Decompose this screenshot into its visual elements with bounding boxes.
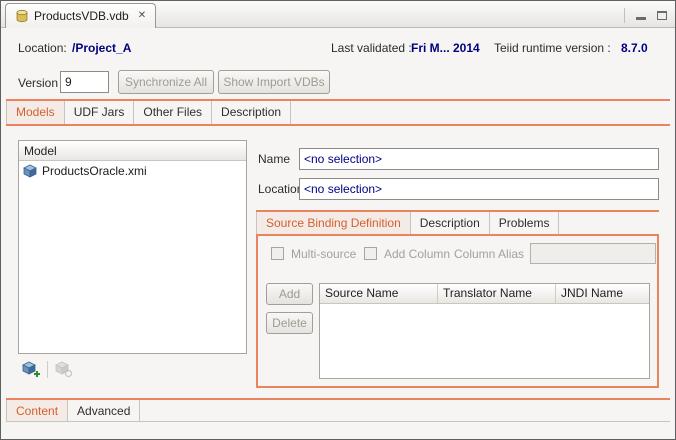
- show-import-vdbs-button[interactable]: Show Import VDBs: [218, 70, 330, 94]
- editor-tab-bar: ProductsVDB.vdb ✕: [1, 1, 675, 28]
- maximize-icon[interactable]: [657, 11, 667, 20]
- location-field[interactable]: [299, 178, 659, 200]
- multi-source-label: Multi-source: [291, 247, 356, 261]
- table-row[interactable]: ProductsOracle.xmi: [19, 161, 246, 181]
- source-bindings-table: Source Name Translator Name JNDI Name: [319, 283, 650, 379]
- tab-description[interactable]: Description: [212, 101, 291, 124]
- add-button[interactable]: Add: [266, 283, 313, 305]
- tab-models[interactable]: Models: [6, 101, 65, 124]
- version-input[interactable]: [60, 71, 109, 93]
- toolbar-divider: [47, 361, 48, 378]
- tab-source-binding-definition[interactable]: Source Binding Definition: [256, 212, 411, 234]
- version-label: Version: [18, 76, 58, 90]
- view-controls: [624, 7, 667, 23]
- tab-problems[interactable]: Problems: [490, 212, 560, 234]
- column-header-jndi-name[interactable]: JNDI Name: [556, 284, 649, 303]
- location-value: /Project_A: [72, 41, 131, 55]
- add-model-button[interactable]: [21, 359, 41, 379]
- location-label: Location:: [18, 41, 67, 55]
- source-bindings-table-body: [320, 304, 649, 378]
- models-column-header-label: Model: [24, 144, 57, 158]
- name-field[interactable]: [299, 148, 659, 170]
- model-cube-icon: [23, 164, 37, 178]
- last-validated-value: Fri M... 2014: [411, 41, 480, 55]
- add-column-label: Add Column: [384, 247, 450, 261]
- models-table: Model ProductsOracle.xmi: [18, 140, 247, 354]
- synchronize-all-button[interactable]: Synchronize All: [118, 70, 214, 94]
- vdb-file-icon: [15, 9, 29, 23]
- column-alias-input[interactable]: [530, 243, 656, 264]
- column-header-source-name[interactable]: Source Name: [320, 284, 438, 303]
- remove-model-icon: [55, 360, 73, 378]
- editor-tab-productsvdb[interactable]: ProductsVDB.vdb ✕: [5, 3, 156, 28]
- binding-tab-bar: Source Binding Definition Description Pr…: [256, 212, 659, 234]
- minimize-icon[interactable]: [636, 17, 646, 20]
- name-label: Name: [258, 152, 290, 166]
- controls-divider: [624, 8, 625, 23]
- remove-model-button[interactable]: [54, 359, 74, 379]
- teiid-runtime-version-label: Teiid runtime version :: [494, 41, 611, 55]
- delete-button[interactable]: Delete: [266, 312, 313, 334]
- main-tab-bar: Models UDF Jars Other Files Description: [6, 101, 670, 124]
- source-bindings-table-header: Source Name Translator Name JNDI Name: [320, 284, 649, 304]
- vdb-editor-window: ProductsVDB.vdb ✕ Location: /Project_A L…: [0, 0, 676, 440]
- add-model-icon: [22, 360, 40, 378]
- teiid-runtime-version-value: 8.7.0: [621, 41, 648, 55]
- bottom-tab-bar: Content Advanced: [6, 400, 670, 422]
- tab-binding-description[interactable]: Description: [411, 212, 490, 234]
- main-tabs-bottom-divider: [6, 124, 670, 126]
- models-column-header[interactable]: Model: [19, 141, 246, 161]
- column-alias-label: Column Alias: [454, 247, 524, 261]
- editor-tab-title: ProductsVDB.vdb: [34, 9, 129, 23]
- column-header-translator-name[interactable]: Translator Name: [438, 284, 556, 303]
- location-field-label: Location: [258, 182, 303, 196]
- source-binding-panel: Multi-source Add Column Column Alias Add…: [256, 234, 659, 388]
- close-icon[interactable]: ✕: [138, 11, 146, 21]
- multi-source-checkbox[interactable]: [271, 247, 284, 260]
- add-column-checkbox[interactable]: [364, 247, 377, 260]
- tab-other-files[interactable]: Other Files: [134, 101, 212, 124]
- model-row-label: ProductsOracle.xmi: [42, 164, 147, 178]
- tab-content[interactable]: Content: [6, 400, 68, 421]
- last-validated-label: Last validated :: [331, 41, 412, 55]
- tab-udf-jars[interactable]: UDF Jars: [65, 101, 135, 124]
- tab-advanced[interactable]: Advanced: [68, 400, 140, 421]
